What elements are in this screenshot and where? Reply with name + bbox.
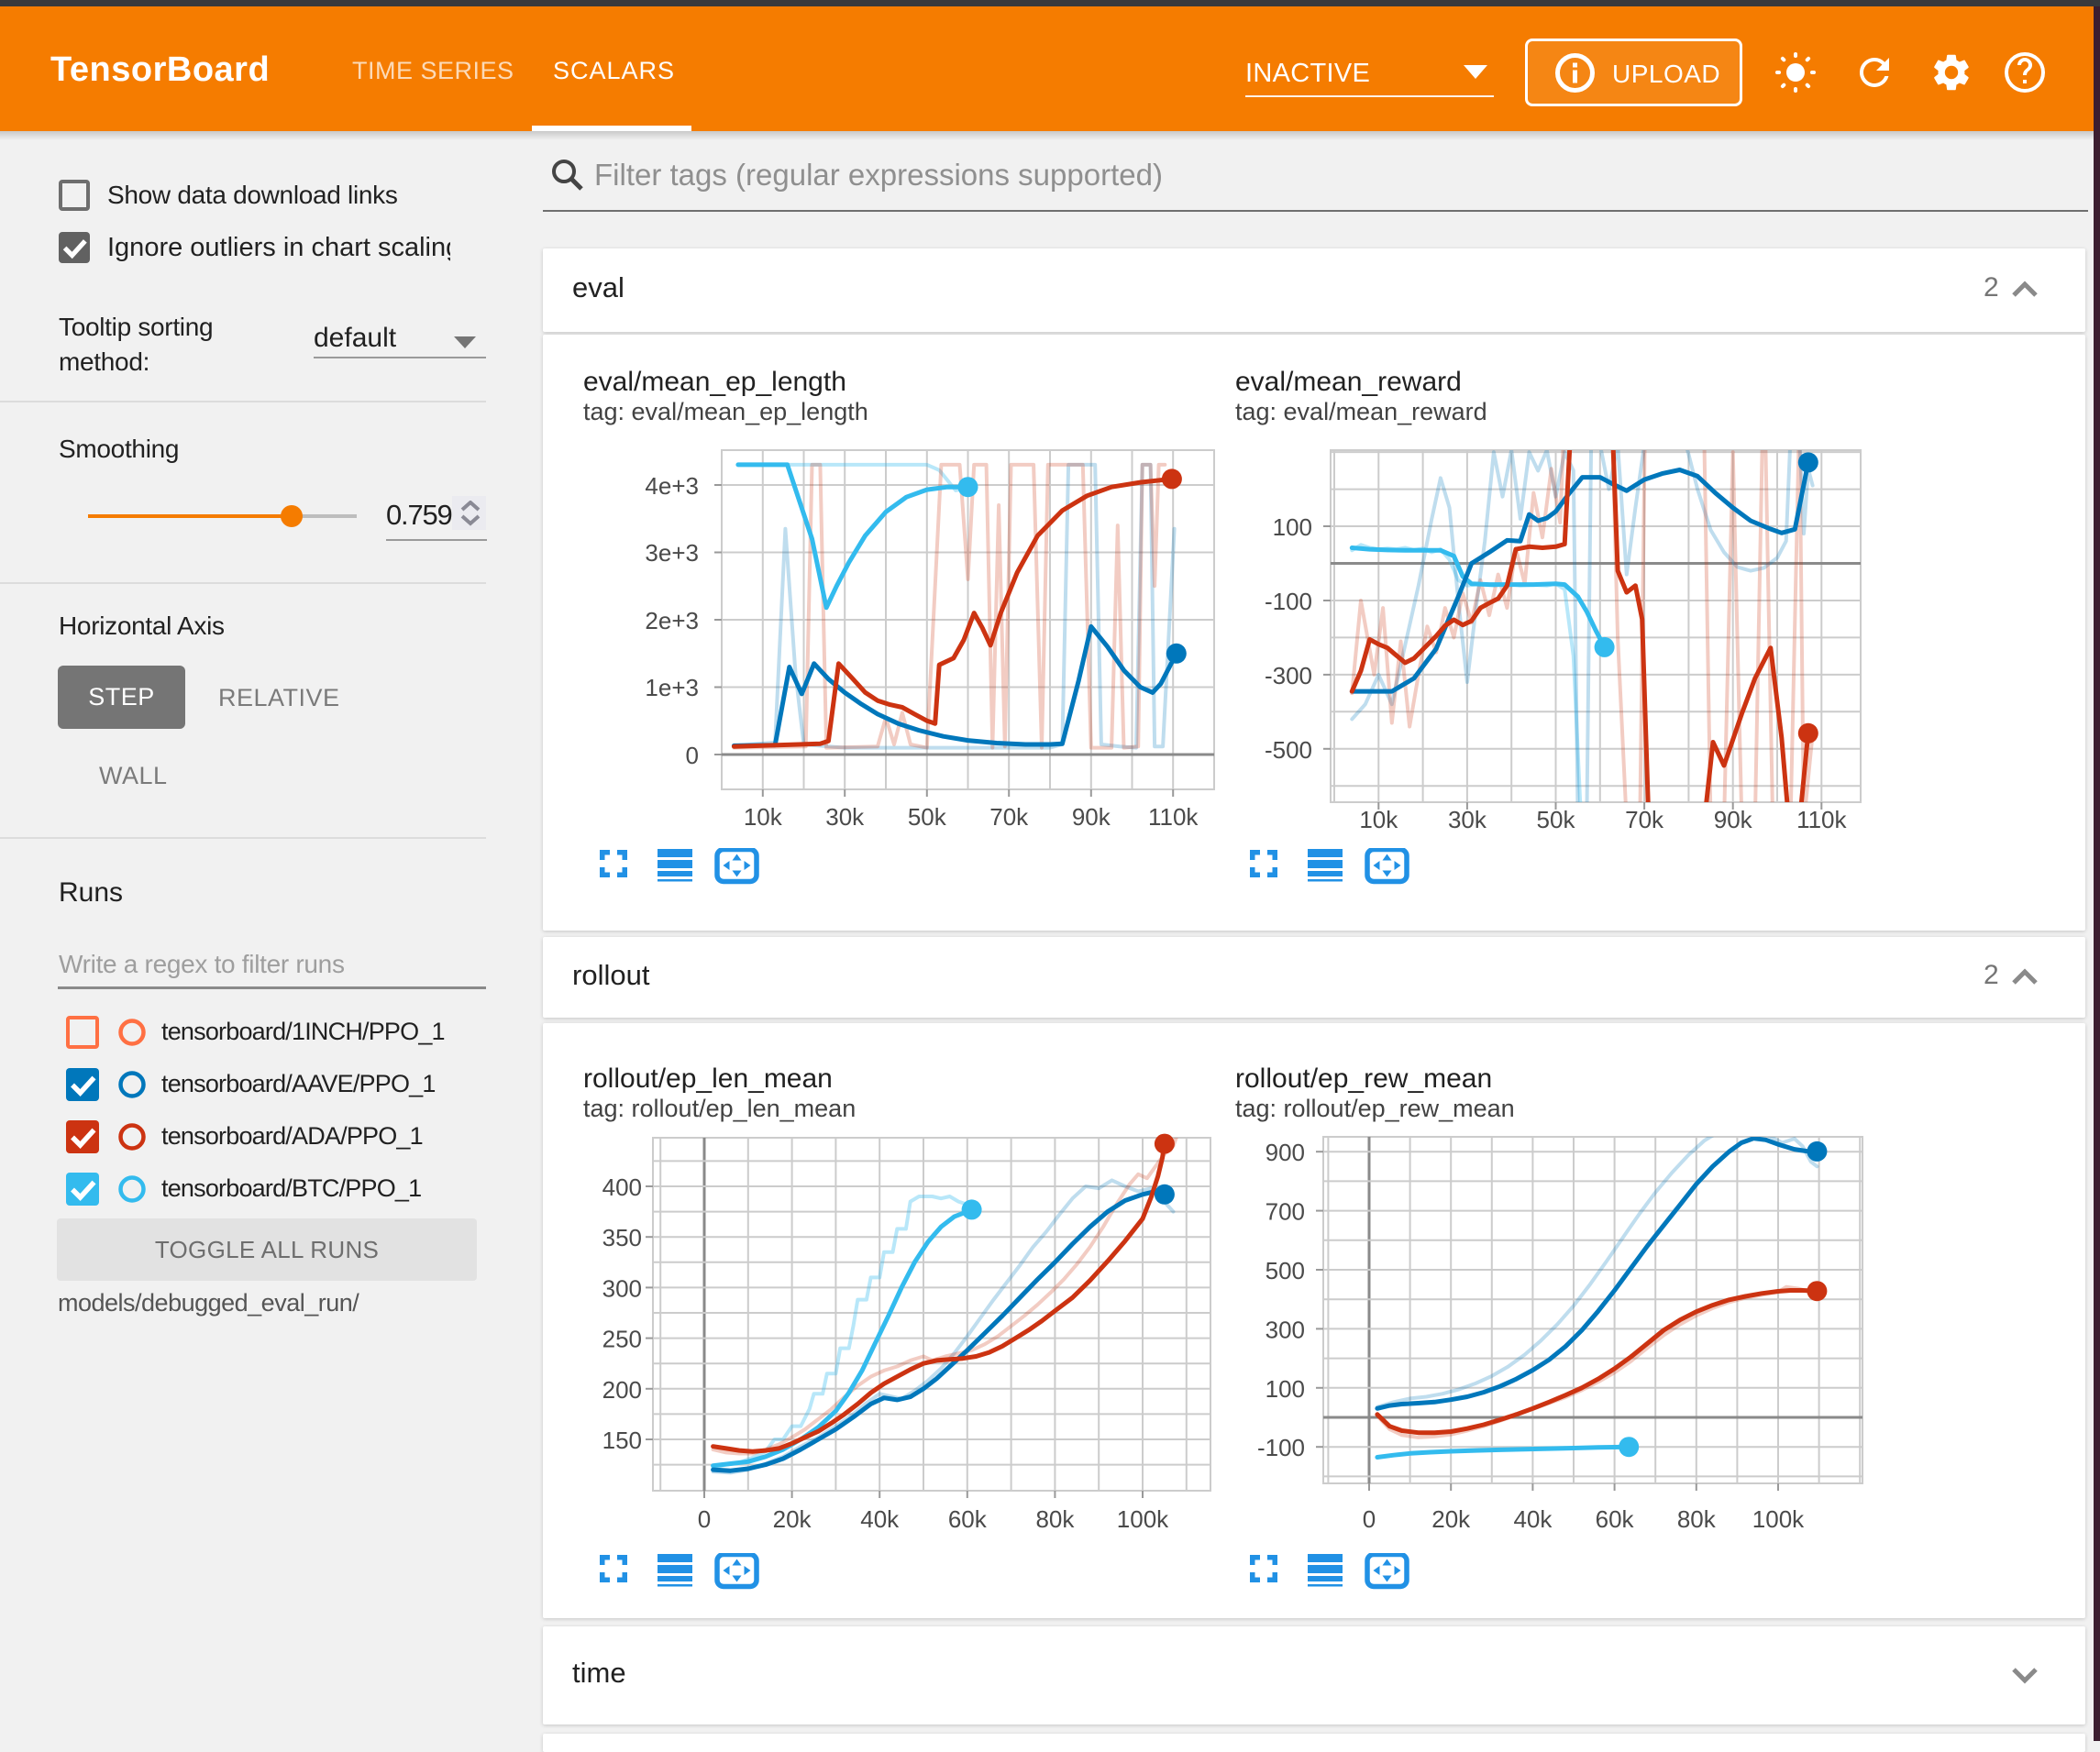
svg-text:80k: 80k (1677, 1505, 1717, 1533)
svg-text:20k: 20k (773, 1505, 812, 1533)
svg-text:100k: 100k (1117, 1505, 1169, 1533)
svg-text:90k: 90k (1714, 806, 1753, 833)
svg-text:0: 0 (698, 1505, 711, 1533)
svg-text:3e+3: 3e+3 (645, 539, 699, 567)
svg-text:200: 200 (602, 1376, 642, 1404)
svg-text:60k: 60k (1596, 1505, 1635, 1533)
svg-text:1e+3: 1e+3 (645, 674, 699, 701)
svg-text:300: 300 (602, 1274, 642, 1302)
svg-text:50k: 50k (908, 803, 947, 831)
svg-text:30k: 30k (825, 803, 865, 831)
svg-text:40k: 40k (1513, 1505, 1553, 1533)
svg-text:100k: 100k (1752, 1505, 1805, 1533)
svg-text:250: 250 (602, 1326, 642, 1353)
svg-text:400: 400 (602, 1174, 642, 1201)
svg-text:30k: 30k (1448, 806, 1487, 833)
svg-text:100: 100 (1273, 513, 1312, 541)
svg-text:4e+3: 4e+3 (645, 472, 699, 500)
svg-text:80k: 80k (1035, 1505, 1075, 1533)
svg-text:-300: -300 (1265, 662, 1312, 689)
svg-text:60k: 60k (948, 1505, 988, 1533)
svg-text:90k: 90k (1072, 803, 1111, 831)
svg-text:350: 350 (602, 1224, 642, 1251)
svg-text:110k: 110k (1796, 806, 1847, 833)
svg-text:2e+3: 2e+3 (645, 607, 699, 634)
svg-text:20k: 20k (1431, 1505, 1471, 1533)
svg-text:150: 150 (602, 1427, 642, 1454)
svg-text:900: 900 (1266, 1139, 1305, 1166)
svg-text:70k: 70k (1625, 806, 1664, 833)
svg-text:700: 700 (1266, 1198, 1305, 1226)
svg-text:0: 0 (1363, 1505, 1376, 1533)
svg-text:500: 500 (1266, 1257, 1305, 1284)
svg-text:-100: -100 (1265, 588, 1312, 615)
svg-text:70k: 70k (989, 803, 1029, 831)
svg-text:110k: 110k (1148, 803, 1199, 831)
svg-text:40k: 40k (860, 1505, 900, 1533)
svg-text:300: 300 (1266, 1316, 1305, 1343)
svg-text:10k: 10k (1359, 806, 1398, 833)
svg-text:-100: -100 (1257, 1434, 1305, 1461)
svg-text:100: 100 (1266, 1375, 1305, 1403)
svg-text:10k: 10k (744, 803, 783, 831)
svg-text:50k: 50k (1537, 806, 1576, 833)
svg-text:-500: -500 (1265, 736, 1312, 764)
svg-text:0: 0 (686, 742, 699, 769)
